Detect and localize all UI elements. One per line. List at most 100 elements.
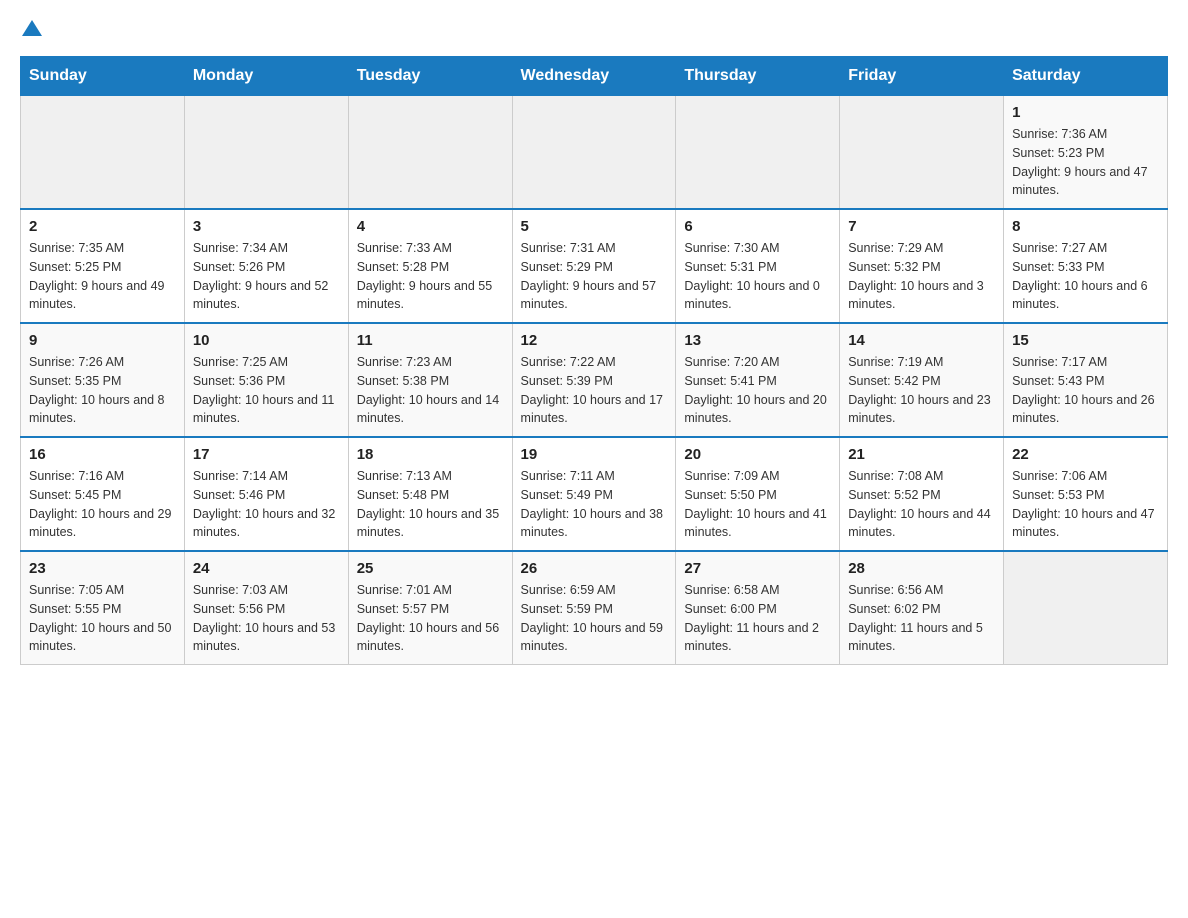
header-cell-saturday: Saturday bbox=[1004, 57, 1168, 96]
day-info: Sunrise: 7:01 AMSunset: 5:57 PMDaylight:… bbox=[357, 581, 504, 656]
day-info: Sunrise: 7:34 AMSunset: 5:26 PMDaylight:… bbox=[193, 239, 340, 314]
header-cell-tuesday: Tuesday bbox=[348, 57, 512, 96]
day-cell bbox=[184, 96, 348, 210]
day-cell: 24Sunrise: 7:03 AMSunset: 5:56 PMDayligh… bbox=[184, 551, 348, 665]
day-info: Sunrise: 7:23 AMSunset: 5:38 PMDaylight:… bbox=[357, 353, 504, 428]
day-cell: 4 Sunrise: 7:33 AMSunset: 5:28 PMDaylight… bbox=[348, 209, 512, 323]
week-row-3: 9Sunrise: 7:26 AMSunset: 5:35 PMDaylight… bbox=[21, 323, 1168, 437]
calendar-body: 1 Sunrise: 7:36 AMSunset: 5:23 PMDaylight… bbox=[21, 96, 1168, 665]
day-info: Sunrise: 7:08 AMSunset: 5:52 PMDaylight:… bbox=[848, 467, 995, 542]
day-number: 5 bbox=[521, 218, 668, 235]
day-number: 17 bbox=[193, 446, 340, 463]
day-cell: 20 Sunrise: 7:09 AMSunset: 5:50 PMDayligh… bbox=[676, 437, 840, 551]
day-info: Sunrise: 7:29 AMSunset: 5:32 PMDaylight:… bbox=[848, 239, 995, 314]
week-row-5: 23 Sunrise: 7:05 AMSunset: 5:55 PMDayligh… bbox=[21, 551, 1168, 665]
day-cell: 2 Sunrise: 7:35 AMSunset: 5:25 PMDaylight… bbox=[21, 209, 185, 323]
day-info: Sunrise: 7:13 AMSunset: 5:48 PMDaylight:… bbox=[357, 467, 504, 542]
day-number: 8 bbox=[1012, 218, 1159, 235]
day-info: Sunrise: 6:56 AMSunset: 6:02 PMDaylight:… bbox=[848, 581, 995, 656]
day-number: 2 bbox=[29, 218, 176, 235]
day-cell: 1 Sunrise: 7:36 AMSunset: 5:23 PMDaylight… bbox=[1004, 96, 1168, 210]
day-number: 26 bbox=[521, 560, 668, 577]
day-number: 28 bbox=[848, 560, 995, 577]
day-cell bbox=[676, 96, 840, 210]
day-number: 19 bbox=[521, 446, 668, 463]
day-info: Sunrise: 7:35 AMSunset: 5:25 PMDaylight:… bbox=[29, 239, 176, 314]
day-info: Sunrise: 7:26 AMSunset: 5:35 PMDaylight:… bbox=[29, 353, 176, 428]
day-info: Sunrise: 7:33 AMSunset: 5:28 PMDaylight:… bbox=[357, 239, 504, 314]
day-cell: 15Sunrise: 7:17 AMSunset: 5:43 PMDayligh… bbox=[1004, 323, 1168, 437]
day-cell: 27 Sunrise: 6:58 AMSunset: 6:00 PMDayligh… bbox=[676, 551, 840, 665]
day-cell bbox=[1004, 551, 1168, 665]
day-info: Sunrise: 7:11 AMSunset: 5:49 PMDaylight:… bbox=[521, 467, 668, 542]
day-info: Sunrise: 7:36 AMSunset: 5:23 PMDaylight:… bbox=[1012, 125, 1159, 200]
day-number: 16 bbox=[29, 446, 176, 463]
day-cell: 12 Sunrise: 7:22 AMSunset: 5:39 PMDayligh… bbox=[512, 323, 676, 437]
header-row: SundayMondayTuesdayWednesdayThursdayFrid… bbox=[21, 57, 1168, 96]
day-info: Sunrise: 7:03 AMSunset: 5:56 PMDaylight:… bbox=[193, 581, 340, 656]
day-info: Sunrise: 7:19 AMSunset: 5:42 PMDaylight:… bbox=[848, 353, 995, 428]
day-cell: 8Sunrise: 7:27 AMSunset: 5:33 PMDaylight… bbox=[1004, 209, 1168, 323]
day-info: Sunrise: 6:59 AMSunset: 5:59 PMDaylight:… bbox=[521, 581, 668, 656]
day-cell: 10 Sunrise: 7:25 AMSunset: 5:36 PMDayligh… bbox=[184, 323, 348, 437]
page-header bbox=[20, 20, 1168, 36]
header-cell-monday: Monday bbox=[184, 57, 348, 96]
day-number: 12 bbox=[521, 332, 668, 349]
day-number: 21 bbox=[848, 446, 995, 463]
header-cell-wednesday: Wednesday bbox=[512, 57, 676, 96]
day-info: Sunrise: 7:16 AMSunset: 5:45 PMDaylight:… bbox=[29, 467, 176, 542]
day-number: 14 bbox=[848, 332, 995, 349]
day-number: 27 bbox=[684, 560, 831, 577]
day-cell: 28 Sunrise: 6:56 AMSunset: 6:02 PMDayligh… bbox=[840, 551, 1004, 665]
logo bbox=[20, 20, 42, 36]
day-info: Sunrise: 7:20 AMSunset: 5:41 PMDaylight:… bbox=[684, 353, 831, 428]
day-cell: 7Sunrise: 7:29 AMSunset: 5:32 PMDaylight… bbox=[840, 209, 1004, 323]
day-number: 25 bbox=[357, 560, 504, 577]
day-cell: 19 Sunrise: 7:11 AMSunset: 5:49 PMDayligh… bbox=[512, 437, 676, 551]
day-cell: 16 Sunrise: 7:16 AMSunset: 5:45 PMDayligh… bbox=[21, 437, 185, 551]
day-cell: 9Sunrise: 7:26 AMSunset: 5:35 PMDaylight… bbox=[21, 323, 185, 437]
header-cell-thursday: Thursday bbox=[676, 57, 840, 96]
day-number: 1 bbox=[1012, 104, 1159, 121]
day-info: Sunrise: 7:05 AMSunset: 5:55 PMDaylight:… bbox=[29, 581, 176, 656]
calendar-table: SundayMondayTuesdayWednesdayThursdayFrid… bbox=[20, 56, 1168, 665]
day-info: Sunrise: 7:22 AMSunset: 5:39 PMDaylight:… bbox=[521, 353, 668, 428]
day-cell: 18 Sunrise: 7:13 AMSunset: 5:48 PMDayligh… bbox=[348, 437, 512, 551]
day-cell bbox=[21, 96, 185, 210]
day-cell: 11 Sunrise: 7:23 AMSunset: 5:38 PMDayligh… bbox=[348, 323, 512, 437]
day-number: 13 bbox=[684, 332, 831, 349]
day-cell: 17 Sunrise: 7:14 AMSunset: 5:46 PMDayligh… bbox=[184, 437, 348, 551]
day-number: 22 bbox=[1012, 446, 1159, 463]
day-cell: 25 Sunrise: 7:01 AMSunset: 5:57 PMDayligh… bbox=[348, 551, 512, 665]
day-cell bbox=[512, 96, 676, 210]
day-number: 23 bbox=[29, 560, 176, 577]
day-cell: 14 Sunrise: 7:19 AMSunset: 5:42 PMDayligh… bbox=[840, 323, 1004, 437]
day-number: 18 bbox=[357, 446, 504, 463]
day-info: Sunrise: 7:06 AMSunset: 5:53 PMDaylight:… bbox=[1012, 467, 1159, 542]
day-number: 6 bbox=[684, 218, 831, 235]
day-number: 4 bbox=[357, 218, 504, 235]
day-cell: 21 Sunrise: 7:08 AMSunset: 5:52 PMDayligh… bbox=[840, 437, 1004, 551]
day-info: Sunrise: 7:25 AMSunset: 5:36 PMDaylight:… bbox=[193, 353, 340, 428]
day-cell: 5Sunrise: 7:31 AMSunset: 5:29 PMDaylight… bbox=[512, 209, 676, 323]
day-number: 10 bbox=[193, 332, 340, 349]
day-cell: 22 Sunrise: 7:06 AMSunset: 5:53 PMDayligh… bbox=[1004, 437, 1168, 551]
day-cell: 13 Sunrise: 7:20 AMSunset: 5:41 PMDayligh… bbox=[676, 323, 840, 437]
day-cell bbox=[348, 96, 512, 210]
header-cell-sunday: Sunday bbox=[21, 57, 185, 96]
header-cell-friday: Friday bbox=[840, 57, 1004, 96]
calendar-header: SundayMondayTuesdayWednesdayThursdayFrid… bbox=[21, 57, 1168, 96]
day-info: Sunrise: 7:09 AMSunset: 5:50 PMDaylight:… bbox=[684, 467, 831, 542]
day-number: 20 bbox=[684, 446, 831, 463]
day-cell bbox=[840, 96, 1004, 210]
day-number: 15 bbox=[1012, 332, 1159, 349]
day-cell: 23 Sunrise: 7:05 AMSunset: 5:55 PMDayligh… bbox=[21, 551, 185, 665]
day-info: Sunrise: 7:30 AMSunset: 5:31 PMDaylight:… bbox=[684, 239, 831, 314]
week-row-4: 16 Sunrise: 7:16 AMSunset: 5:45 PMDayligh… bbox=[21, 437, 1168, 551]
day-info: Sunrise: 6:58 AMSunset: 6:00 PMDaylight:… bbox=[684, 581, 831, 656]
logo-triangle-icon bbox=[22, 20, 42, 36]
week-row-2: 2 Sunrise: 7:35 AMSunset: 5:25 PMDaylight… bbox=[21, 209, 1168, 323]
day-info: Sunrise: 7:14 AMSunset: 5:46 PMDaylight:… bbox=[193, 467, 340, 542]
day-number: 11 bbox=[357, 332, 504, 349]
day-cell: 3Sunrise: 7:34 AMSunset: 5:26 PMDaylight… bbox=[184, 209, 348, 323]
